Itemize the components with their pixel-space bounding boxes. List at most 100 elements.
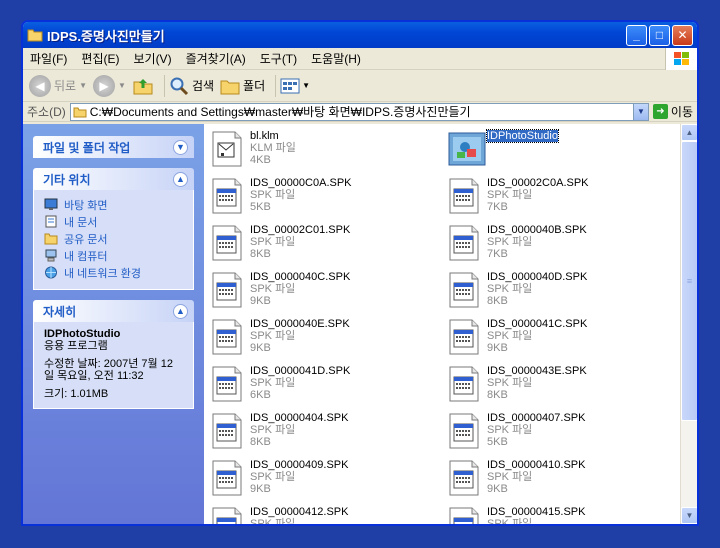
file-size: 7KB bbox=[487, 248, 508, 260]
file-item[interactable]: IDS_0000040E.SPK SPK 파일 9KB bbox=[210, 318, 447, 360]
menu-help[interactable]: 도움말(H) bbox=[304, 50, 368, 67]
file-item[interactable]: IDS_0000040D.SPK SPK 파일 8KB bbox=[447, 271, 684, 313]
chevron-down-icon[interactable]: ▼ bbox=[173, 139, 188, 155]
file-item[interactable]: IDS_00002C0A.SPK SPK 파일 7KB bbox=[447, 177, 684, 219]
title-bar[interactable]: IDPS.증명사진만들기 _ □ ✕ bbox=[23, 22, 697, 48]
address-dropdown-button[interactable]: ▼ bbox=[632, 103, 648, 120]
spk-file-icon bbox=[210, 318, 244, 356]
spk-file-icon bbox=[210, 365, 244, 403]
klm-file-icon bbox=[210, 130, 244, 168]
shared-folder-icon bbox=[44, 233, 58, 245]
scroll-down-button[interactable]: ▼ bbox=[681, 507, 697, 524]
file-type: SPK 파일 bbox=[250, 471, 296, 483]
file-info: IDS_0000041D.SPK SPK 파일 6KB bbox=[250, 365, 350, 407]
minimize-button[interactable]: _ bbox=[626, 24, 647, 46]
file-name-text: IDS_00000415.SPK bbox=[487, 506, 586, 518]
file-type: SPK 파일 bbox=[487, 236, 533, 248]
file-item[interactable]: IDS_00000409.SPK SPK 파일 9KB bbox=[210, 459, 447, 501]
menu-favorites[interactable]: 즐겨찾기(A) bbox=[179, 50, 253, 67]
file-name: IDS_0000040C.SPK bbox=[250, 271, 350, 283]
file-item[interactable]: IDS_00000404.SPK SPK 파일 8KB bbox=[210, 412, 447, 454]
folders-button[interactable]: 폴더 bbox=[220, 77, 265, 95]
file-size: 7KB bbox=[487, 201, 508, 213]
file-size: 9KB bbox=[250, 295, 271, 307]
file-item[interactable]: IDS_00002C01.SPK SPK 파일 8KB bbox=[210, 224, 447, 266]
link-desktop[interactable]: 바탕 화면 bbox=[44, 196, 183, 213]
other-places-header[interactable]: 기타 위치 ▲ bbox=[33, 168, 194, 190]
file-size: 9KB bbox=[250, 342, 271, 354]
file-item[interactable]: IDS_00000412.SPK SPK 파일 bbox=[210, 506, 447, 524]
file-info: IDPhotoStudio bbox=[486, 129, 559, 172]
spk-file-icon bbox=[210, 459, 244, 497]
file-type: SPK 파일 bbox=[250, 330, 296, 342]
back-arrow-icon: ◀ bbox=[29, 74, 51, 97]
file-info: IDS_00002C01.SPK SPK 파일 8KB bbox=[250, 224, 350, 266]
spk-file-icon bbox=[447, 177, 481, 215]
file-item[interactable]: IDS_0000041C.SPK SPK 파일 9KB bbox=[447, 318, 684, 360]
file-info: bl.klm KLM 파일 4KB bbox=[250, 130, 296, 172]
details-size: 크기: 1.01MB bbox=[44, 388, 109, 400]
file-item[interactable]: IDS_00000415.SPK SPK 파일 bbox=[447, 506, 684, 524]
file-name: IDS_0000040D.SPK bbox=[487, 271, 587, 283]
file-name: IDS_00000409.SPK bbox=[250, 459, 348, 471]
link-shared-documents[interactable]: 공유 문서 bbox=[44, 230, 183, 247]
file-item[interactable]: IDS_0000043E.SPK SPK 파일 8KB bbox=[447, 365, 684, 407]
file-item[interactable]: IDS_00000C0A.SPK SPK 파일 5KB bbox=[210, 177, 447, 219]
file-item[interactable]: bl.klm KLM 파일 4KB bbox=[210, 130, 447, 172]
link-my-computer[interactable]: 내 컴퓨터 bbox=[44, 247, 183, 264]
spk-file-icon bbox=[210, 271, 244, 309]
file-item[interactable]: IDPhotoStudio bbox=[447, 129, 684, 172]
file-name: IDS_0000041C.SPK bbox=[487, 318, 587, 330]
views-button[interactable]: ▼ bbox=[280, 78, 310, 94]
menu-edit[interactable]: 편집(E) bbox=[74, 50, 126, 67]
file-type: SPK 파일 bbox=[487, 283, 533, 295]
file-folder-tasks-header[interactable]: 파일 및 폴더 작업 ▼ bbox=[33, 136, 194, 158]
menu-file[interactable]: 파일(F) bbox=[23, 50, 74, 67]
file-name: IDS_00000410.SPK bbox=[487, 459, 585, 471]
vertical-scrollbar[interactable]: ▲ ≡ ▼ bbox=[680, 124, 697, 524]
link-my-documents[interactable]: 내 문서 bbox=[44, 213, 183, 230]
details-header[interactable]: 자세히 ▲ bbox=[33, 300, 194, 322]
close-button[interactable]: ✕ bbox=[672, 24, 693, 46]
folders-label: 폴더 bbox=[243, 79, 266, 93]
address-input[interactable]: C:₩Documents and Settings₩master₩바탕 화면₩I… bbox=[69, 102, 649, 121]
chevron-up-icon[interactable]: ▲ bbox=[173, 171, 188, 187]
spk-file-icon bbox=[447, 318, 481, 356]
file-name-text: IDS_00000410.SPK bbox=[487, 459, 586, 471]
menu-tools[interactable]: 도구(T) bbox=[253, 50, 304, 67]
file-item[interactable]: IDS_00000410.SPK SPK 파일 9KB bbox=[447, 459, 684, 501]
file-item[interactable]: IDS_0000040B.SPK SPK 파일 7KB bbox=[447, 224, 684, 266]
file-name-text: IDS_0000040B.SPK bbox=[487, 224, 587, 236]
go-button[interactable]: ➜ 이동 bbox=[652, 103, 693, 120]
file-list-view[interactable]: bl.klm KLM 파일 4KB IDPhotoStudio IDS_00000C0A… bbox=[204, 124, 697, 524]
file-name: IDS_00002C01.SPK bbox=[250, 224, 350, 236]
file-item[interactable]: IDS_0000041D.SPK SPK 파일 6KB bbox=[210, 365, 447, 407]
maximize-button[interactable]: □ bbox=[649, 24, 670, 46]
details-item-name: IDPhotoStudio bbox=[44, 328, 121, 340]
spk-file-icon bbox=[447, 365, 481, 403]
file-name-text: IDS_0000040C.SPK bbox=[250, 271, 351, 283]
file-item[interactable]: IDS_00000407.SPK SPK 파일 5KB bbox=[447, 412, 684, 454]
file-item[interactable]: IDS_0000040C.SPK SPK 파일 9KB bbox=[210, 271, 447, 313]
file-name-text: IDS_00000C0A.SPK bbox=[250, 177, 352, 189]
link-network-places[interactable]: 내 네트워크 환경 bbox=[44, 264, 183, 281]
back-button[interactable]: ◀ 뒤로 ▼ bbox=[29, 74, 87, 97]
forward-button[interactable]: ▶ ▼ bbox=[93, 74, 126, 97]
file-name-text: IDS_0000041D.SPK bbox=[250, 365, 351, 377]
chevron-up-icon[interactable]: ▲ bbox=[173, 303, 188, 319]
spk-file-icon bbox=[447, 412, 481, 450]
menu-view[interactable]: 보기(V) bbox=[126, 50, 178, 67]
file-name-text: IDS_00002C01.SPK bbox=[250, 224, 351, 236]
file-name: IDS_00002C0A.SPK bbox=[487, 177, 589, 189]
details-item-type: 응용 프로그램 bbox=[44, 340, 108, 352]
file-name-text: IDS_00000404.SPK bbox=[250, 412, 349, 424]
scroll-up-button[interactable]: ▲ bbox=[681, 124, 697, 141]
spk-file-icon bbox=[210, 224, 244, 262]
spk-file-icon bbox=[447, 459, 481, 497]
up-folder-button[interactable] bbox=[132, 76, 154, 96]
file-info: IDS_00000410.SPK SPK 파일 9KB bbox=[487, 459, 585, 501]
scroll-thumb[interactable]: ≡ bbox=[681, 141, 697, 421]
chevron-down-icon: ▼ bbox=[118, 81, 126, 90]
search-button[interactable]: 검색 bbox=[169, 76, 214, 96]
toolbar: ◀ 뒤로 ▼ ▶ ▼ 검색 폴더 ▼ bbox=[23, 70, 697, 102]
